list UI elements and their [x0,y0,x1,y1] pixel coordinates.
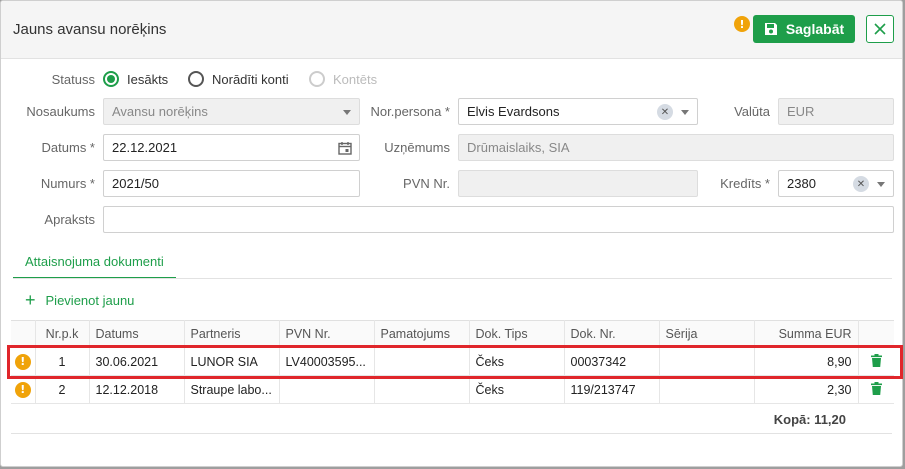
row-series [659,347,755,376]
row-doc-type: Čeks [469,375,565,404]
row-vat: LV40003595... [279,347,375,376]
table-row[interactable]: ! 1 30.06.2021 LUNOR SIA LV40003595... Č… [11,347,894,376]
currency-value: EUR [787,104,815,119]
column-header [858,320,894,348]
tab-label: Attaisnojuma dokumenti [25,253,164,269]
company-value: Drūmaislaiks, SIA [467,140,570,155]
status-radio-posted: Kontēts [309,71,377,87]
row-date: 12.12.2018 [89,375,185,404]
add-new-label: Pievienot jaunu [45,292,135,308]
add-new-button[interactable]: + Pievienot jaunu [25,291,134,309]
dialog: Jauns avansu norēķins ! Saglabāt Statuss… [0,0,903,467]
person-label: Nor.persona * [370,104,451,119]
name-label: Nosaukums [26,104,95,119]
chevron-down-icon [343,110,351,115]
row-amount: 2,30 [754,375,859,404]
row-partner: Straupe labo... [184,375,280,404]
column-header[interactable]: Nr.p.k [35,320,90,348]
column-header[interactable]: PVN Nr. [279,320,375,348]
radio-checked-icon [103,71,119,87]
row-doc-nr: 00037342 [564,347,660,376]
row-nr: 1 [35,347,90,376]
date-value: 22.12.2021 [112,140,178,155]
status-radio-started[interactable]: Iesākts [103,71,168,87]
person-select[interactable]: Elvis Evardsons ✕ [458,98,698,125]
credit-select[interactable]: 2380 ✕ [778,170,894,197]
row-series [659,375,755,404]
clear-icon[interactable]: ✕ [657,104,673,120]
status-radio-accounts[interactable]: Norādīti konti [188,71,289,87]
number-value: 2021/50 [112,176,159,191]
radio-disabled-icon [309,71,325,87]
row-reason [374,347,470,376]
close-icon [874,23,886,35]
column-header[interactable]: Pamatojums [374,320,470,348]
number-label: Numurs * [40,176,95,191]
number-field[interactable]: 2021/50 [103,170,360,197]
row-vat [279,375,375,404]
row-reason [374,375,470,404]
description-label: Apraksts [44,212,95,227]
warning-icon[interactable]: ! [14,353,31,370]
currency-label: Valūta [734,104,770,119]
status-option-label: Norādīti konti [212,71,289,87]
status-label: Statuss [51,72,95,87]
dialog-title: Jauns avansu norēķins [13,21,167,38]
status-option-label: Kontēts [333,71,378,87]
floppy-disk-icon [764,23,777,35]
chevron-down-icon[interactable] [681,110,689,115]
date-field[interactable]: 22.12.2021 [103,134,360,161]
documents-table: Nr.p.k Datums Partneris PVN Nr. Pamatoju… [11,320,894,404]
person-value: Elvis Evardsons [467,104,560,119]
column-header[interactable]: Summa EUR [754,320,859,348]
currency-field: EUR [778,98,894,125]
warning-icon[interactable]: ! [14,381,31,398]
clear-icon[interactable]: ✕ [853,176,869,192]
save-button[interactable]: Saglabāt [753,15,855,43]
company-field: Drūmaislaiks, SIA [458,134,894,161]
tab-divider [13,278,892,279]
trash-icon[interactable] [870,353,882,367]
total-divider [11,433,892,434]
tab-justification-documents[interactable]: Attaisnojuma dokumenti [13,245,176,279]
vat-field [458,170,698,197]
row-partner: LUNOR SIA [184,347,280,376]
name-value: Avansu norēķins [112,104,208,119]
close-button[interactable] [866,15,894,43]
row-date: 30.06.2021 [89,347,185,376]
row-doc-type: Čeks [469,347,565,376]
table-header-row: Nr.p.k Datums Partneris PVN Nr. Pamatoju… [11,320,894,348]
warning-icon[interactable]: ! [734,16,750,32]
column-header [11,320,36,348]
column-header[interactable]: Dok. Nr. [564,320,660,348]
chevron-down-icon[interactable] [877,182,885,187]
calendar-icon[interactable] [338,141,352,155]
total-sum: Kopā: 11,20 [773,412,846,427]
vat-label: PVN Nr. [403,176,450,191]
date-label: Datums * [41,140,95,155]
radio-unchecked-icon [188,71,204,87]
row-amount: 8,90 [754,347,859,376]
dialog-header: Jauns avansu norēķins ! Saglabāt [1,1,902,59]
row-doc-nr: 119/213747 [564,375,660,404]
row-nr: 2 [35,375,90,404]
status-option-label: Iesākts [127,71,169,87]
column-header[interactable]: Datums [89,320,185,348]
name-select: Avansu norēķins [103,98,360,125]
credit-label: Kredīts * [720,176,770,191]
column-header[interactable]: Sērija [659,320,755,348]
credit-value: 2380 [787,176,816,191]
trash-icon[interactable] [870,381,882,395]
save-button-label: Saglabāt [785,21,845,37]
table-row[interactable]: ! 2 12.12.2018 Straupe labo... Čeks 119/… [11,375,894,404]
column-header[interactable]: Partneris [184,320,280,348]
company-label: Uzņēmums [384,140,450,155]
description-field[interactable] [103,206,894,233]
plus-icon: + [25,290,36,310]
column-header[interactable]: Dok. Tips [469,320,565,348]
